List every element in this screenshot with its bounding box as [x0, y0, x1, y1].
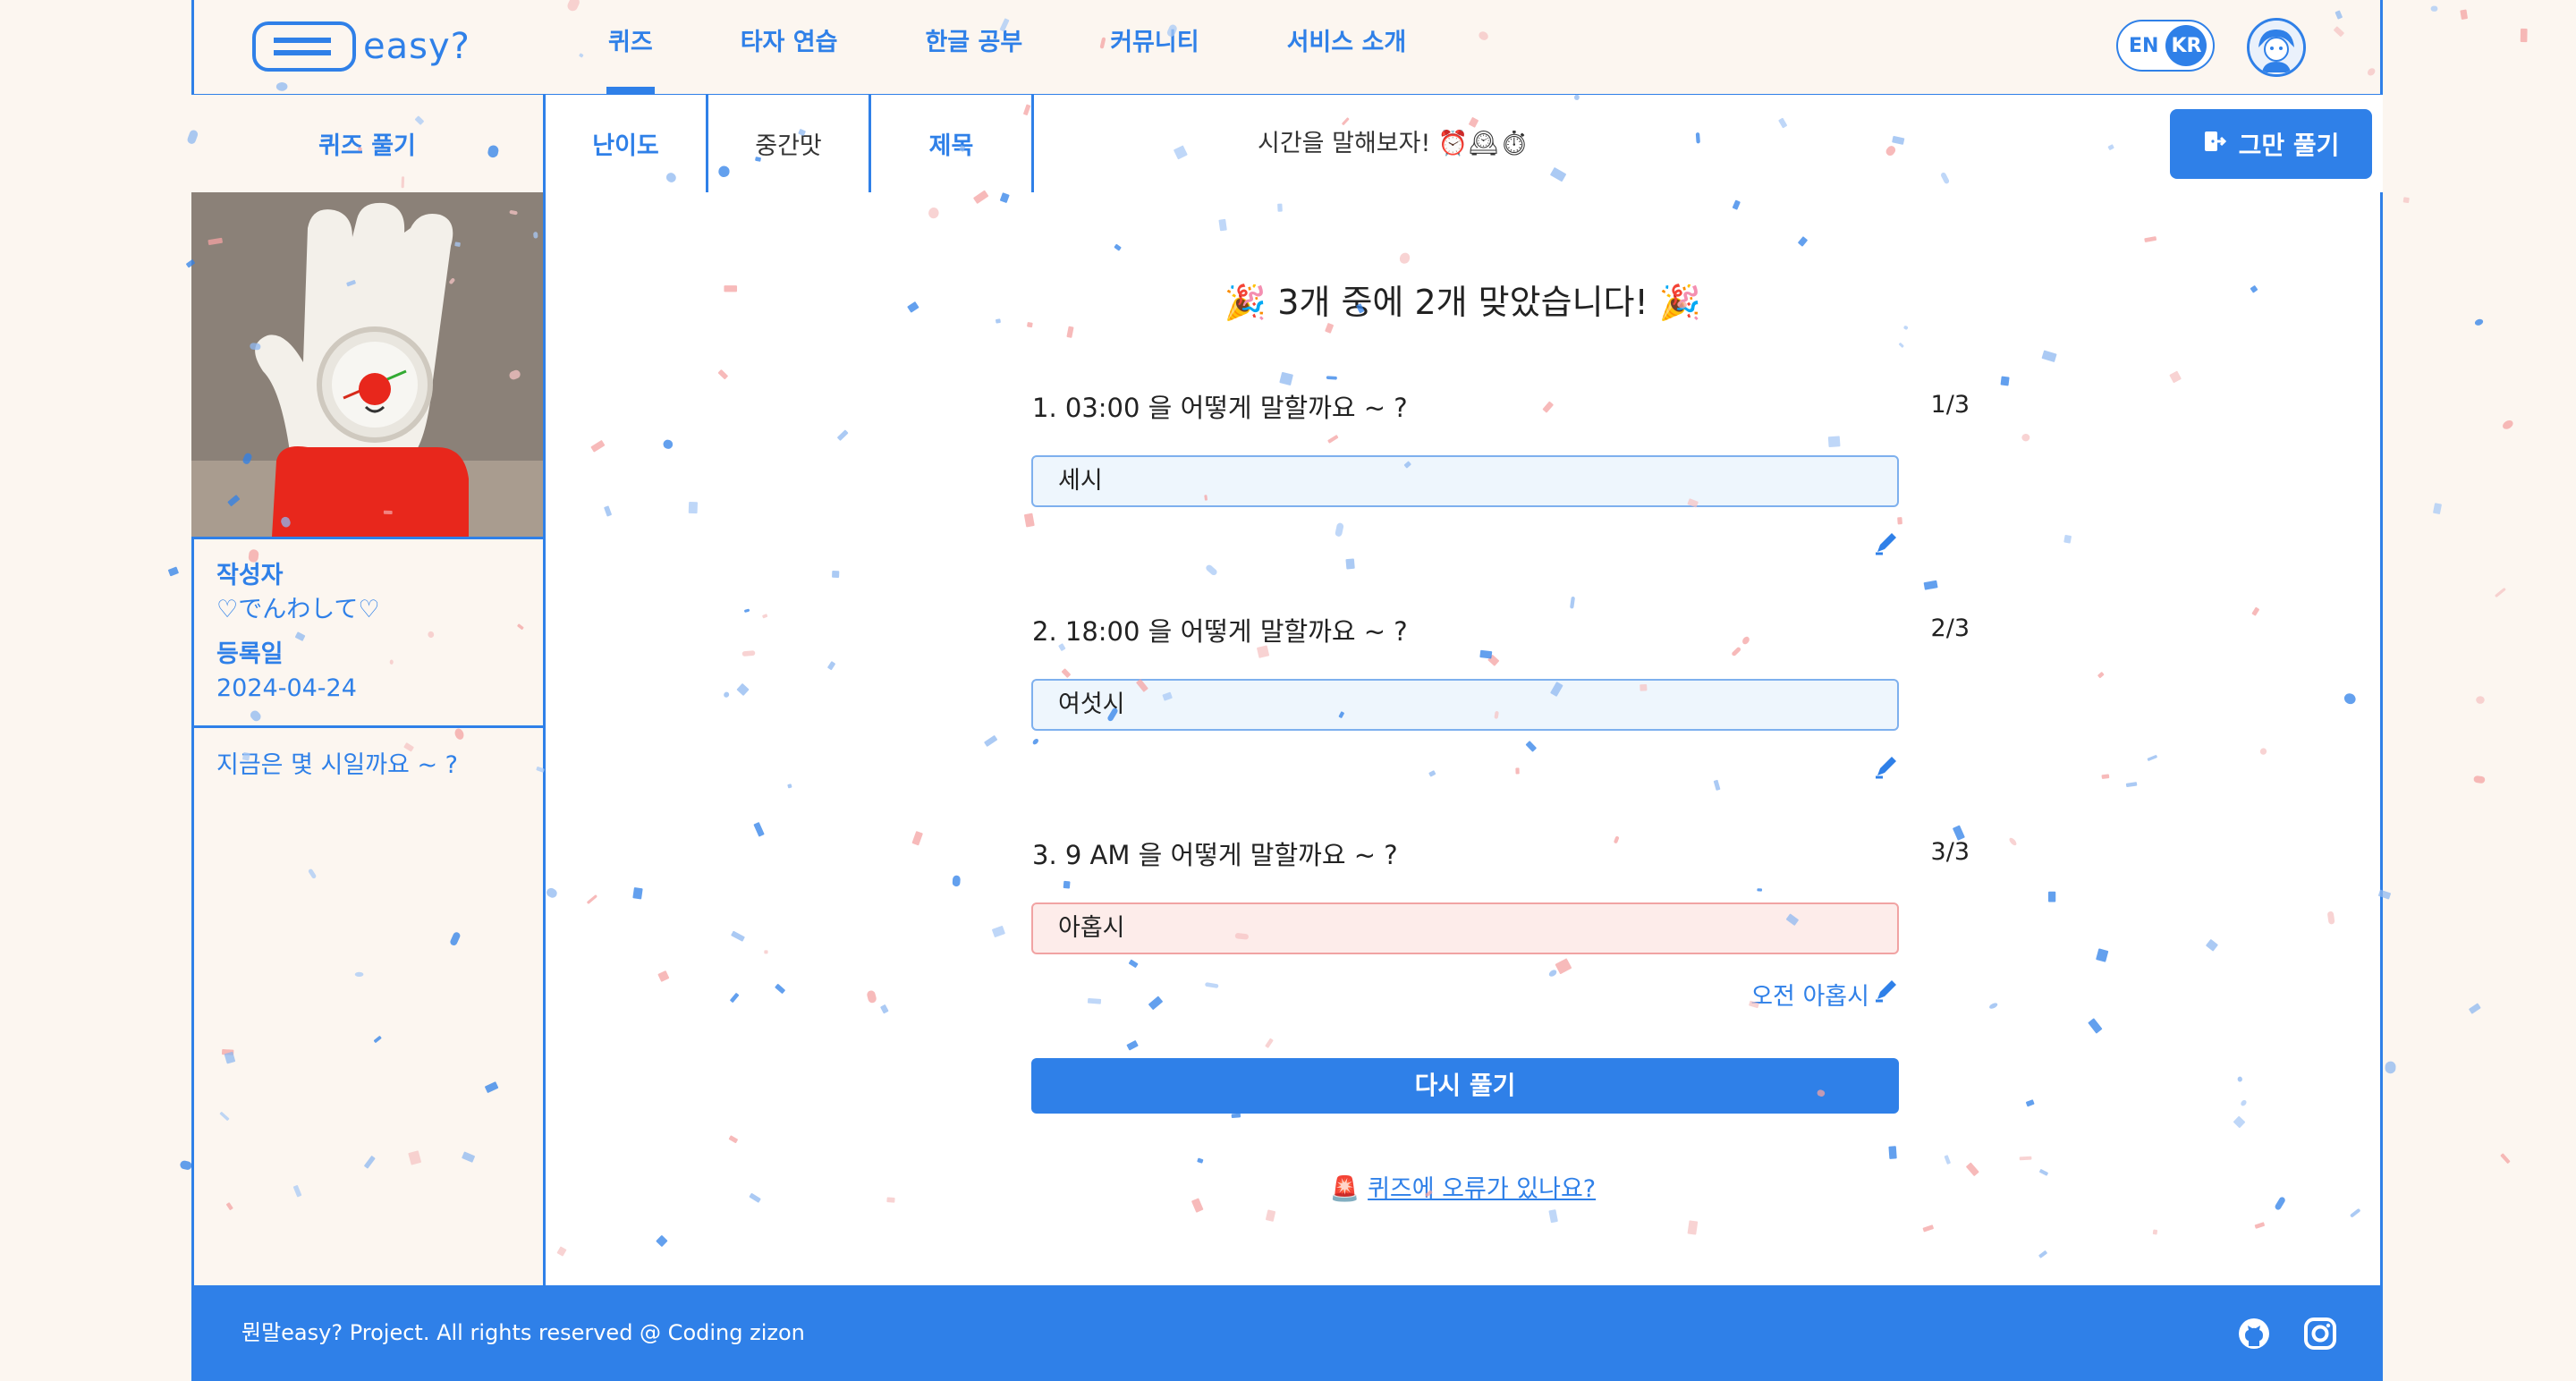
exit-icon — [2203, 130, 2226, 159]
title-label: 제목 — [871, 95, 1034, 192]
header-bar — [191, 0, 2383, 97]
result-title: 🎉 3개 중에 2개 맞았습니다! 🎉 — [1224, 283, 1702, 322]
pencil-icon[interactable] — [1872, 976, 1901, 1004]
pencil-icon[interactable] — [1872, 752, 1901, 781]
date-label: 등록일 — [216, 640, 284, 668]
question-3: 3. 9 AM 을 어떻게 말할까요 ~ ? — [1032, 840, 1398, 870]
question-1: 1. 03:00 을 어떻게 말할까요 ~ ? — [1032, 393, 1408, 423]
quiz-sidebar: 작성자 ♡でんわして♡ 등록일 2024-04-24 지금은 몇 시일까요 ~ … — [191, 192, 546, 1285]
author-value: ♡でんわして♡ — [216, 596, 380, 623]
confetti-piece — [2503, 420, 2513, 429]
quiz-section-label: 퀴즈 풀기 — [191, 95, 546, 192]
siren-icon: 🚨 — [1329, 1175, 1360, 1203]
footer: 뭔말easy? Project. All rights reserved @ C… — [191, 1285, 2383, 1381]
quit-quiz-button[interactable]: 그만 풀기 — [2170, 109, 2372, 179]
github-icon[interactable] — [2236, 1316, 2272, 1351]
question-1-count: 1/3 — [1930, 391, 1970, 419]
author-label: 작성자 — [216, 562, 284, 589]
answer-2: 여섯시 — [1031, 679, 1899, 731]
quiz-description: 지금은 몇 시일까요 ~ ? — [216, 751, 459, 779]
pencil-icon[interactable] — [1872, 529, 1901, 557]
confetti-piece — [2520, 28, 2528, 43]
confetti-piece — [2469, 1003, 2481, 1014]
quiz-title: 시간을 말해보자! ⏰🕰⏱ — [1258, 130, 1530, 157]
question-3-count: 3/3 — [1930, 838, 1970, 866]
confetti-piece — [2495, 588, 2506, 597]
confetti-piece — [2474, 318, 2484, 326]
difficulty-value: 중간맛 — [708, 95, 871, 192]
quiz-thumbnail — [191, 192, 543, 539]
sidebar-divider — [191, 725, 543, 728]
difficulty-label: 난이도 — [546, 95, 708, 192]
report-error-label: 퀴즈에 오류가 있나요? — [1368, 1175, 1597, 1203]
answer-1: 세시 — [1031, 455, 1899, 507]
quit-quiz-label: 그만 풀기 — [2238, 131, 2340, 160]
confetti-piece — [2460, 9, 2468, 20]
answer-3: 아홉시 — [1031, 902, 1899, 954]
confetti-piece — [167, 566, 179, 577]
confetti-piece — [2500, 1153, 2511, 1164]
confetti-piece — [2402, 197, 2410, 203]
retry-button[interactable]: 다시 풀기 — [1031, 1058, 1899, 1114]
confetti-piece — [2385, 1061, 2396, 1074]
quiz-info-bar: 퀴즈 풀기 난이도 중간맛 제목 시간을 말해보자! ⏰🕰⏱ — [191, 95, 2383, 195]
confetti-piece — [2473, 775, 2486, 784]
correct-answer-3: 오전 아홉시 — [1750, 983, 1869, 1011]
footer-copyright: 뭔말easy? Project. All rights reserved @ C… — [242, 1320, 805, 1345]
question-2-count: 2/3 — [1930, 614, 1970, 642]
confetti-piece — [2430, 5, 2438, 12]
result-panel: 🎉 3개 중에 2개 맞았습니다! 🎉 1. 03:00 을 어떻게 말할까요 … — [546, 192, 2380, 1285]
confetti-piece — [2476, 696, 2485, 704]
instagram-icon[interactable] — [2302, 1316, 2338, 1351]
date-value: 2024-04-24 — [216, 674, 357, 702]
question-2: 2. 18:00 을 어떻게 말할까요 ~ ? — [1032, 616, 1408, 647]
report-error-link[interactable]: 🚨 퀴즈에 오류가 있나요? — [546, 1169, 2380, 1204]
confetti-piece — [2433, 503, 2442, 514]
quiz-meta: 작성자 ♡でんわして♡ 등록일 2024-04-24 — [216, 559, 380, 716]
